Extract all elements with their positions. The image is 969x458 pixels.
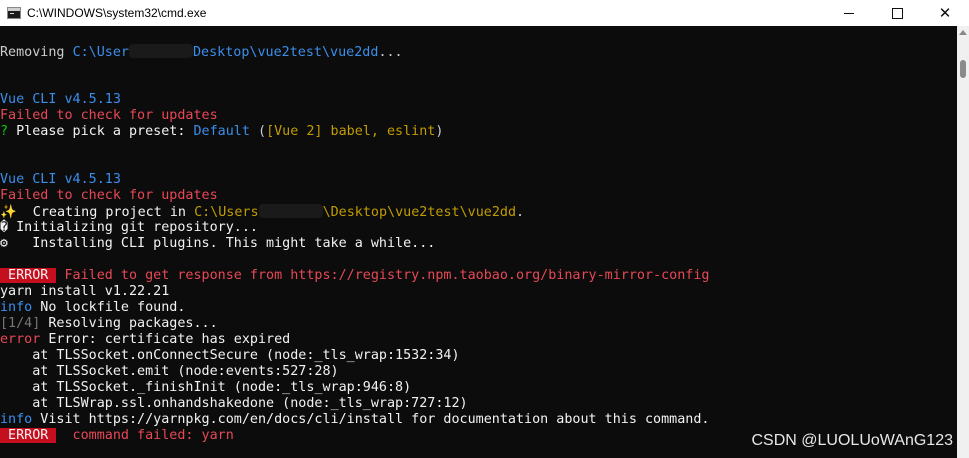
console-line-yarn-version: yarn install v1.22.21 (0, 284, 170, 299)
console-line-stack-2: at TLSSocket.emit (node:events:527:28) (0, 364, 339, 379)
console-line-preset: ? Please pick a preset: Default ([Vue 2]… (0, 124, 444, 139)
maximize-icon (891, 7, 903, 19)
console-line-creating-project: ✨ Creating project in C:\Users \Desktop\v… (0, 204, 525, 220)
error-badge: ERROR (0, 268, 57, 283)
console-line-doc-link: info Visit https://yarnpkg.com/en/docs/c… (0, 412, 710, 427)
window-controls: ✕ (825, 0, 969, 26)
replacement-glyph-icon: � (0, 220, 9, 235)
console-line-update-failed: Failed to check for updates (0, 108, 218, 123)
console-line-removing: Removing C:\User Desktop\vue2test\vue2dd.… (0, 44, 403, 60)
console-line-update-failed-2: Failed to check for updates (0, 188, 218, 203)
cmd-window: C:\WINDOWS\system32\cmd.exe ✕ Removing C… (0, 0, 969, 458)
sparkles-icon: ✨ (0, 205, 17, 220)
console-line-vue-version: Vue CLI v4.5.13 (0, 92, 121, 107)
console-line-no-lockfile: info No lockfile found. (0, 300, 186, 315)
minimize-button[interactable] (825, 0, 873, 26)
console-line-stack-3: at TLSSocket._finishInit (node:_tls_wrap… (0, 380, 412, 395)
vertical-scrollbar[interactable] (957, 26, 969, 458)
title-bar[interactable]: C:\WINDOWS\system32\cmd.exe ✕ (0, 0, 969, 26)
console-line-resolving: [1/4] Resolving packages... (0, 316, 218, 331)
close-icon: ✕ (938, 3, 952, 22)
console-line-stack-1: at TLSSocket.onConnectSecure (node:_tls_… (0, 348, 460, 363)
console-output[interactable]: Removing C:\User Desktop\vue2test\vue2dd.… (0, 26, 957, 458)
console-line-vue-version-2: Vue CLI v4.5.13 (0, 172, 121, 187)
error-badge: ERROR (0, 428, 57, 443)
redacted-username (129, 44, 193, 58)
redacted-username (258, 204, 323, 218)
cmd-app-icon[interactable] (7, 7, 21, 19)
close-button[interactable]: ✕ (921, 0, 969, 26)
console-line-cert-error: error Error: certificate has expired (0, 332, 291, 347)
console-line-installing-plugins: ⚙ Installing CLI plugins. This might tak… (0, 236, 436, 251)
console-line-command-failed: ERROR command failed: yarn (0, 428, 234, 443)
csdn-watermark: CSDN @LUOLUoWAnG123 (751, 432, 954, 449)
console-line-stack-4: at TLSWrap.ssl.onhandshakedone (node:_tl… (0, 396, 468, 411)
window-title: C:\WINDOWS\system32\cmd.exe (27, 6, 207, 20)
console-line-registry-error: ERROR Failed to get response from https:… (0, 268, 710, 283)
minimize-icon (844, 12, 854, 14)
scroll-up-arrow-icon[interactable] (959, 30, 967, 35)
gear-icon: ⚙ (0, 236, 9, 251)
maximize-button[interactable] (873, 0, 921, 26)
scrollbar-thumb[interactable] (960, 60, 966, 78)
console-line-git-init: � Initializing git repository... (0, 220, 258, 235)
